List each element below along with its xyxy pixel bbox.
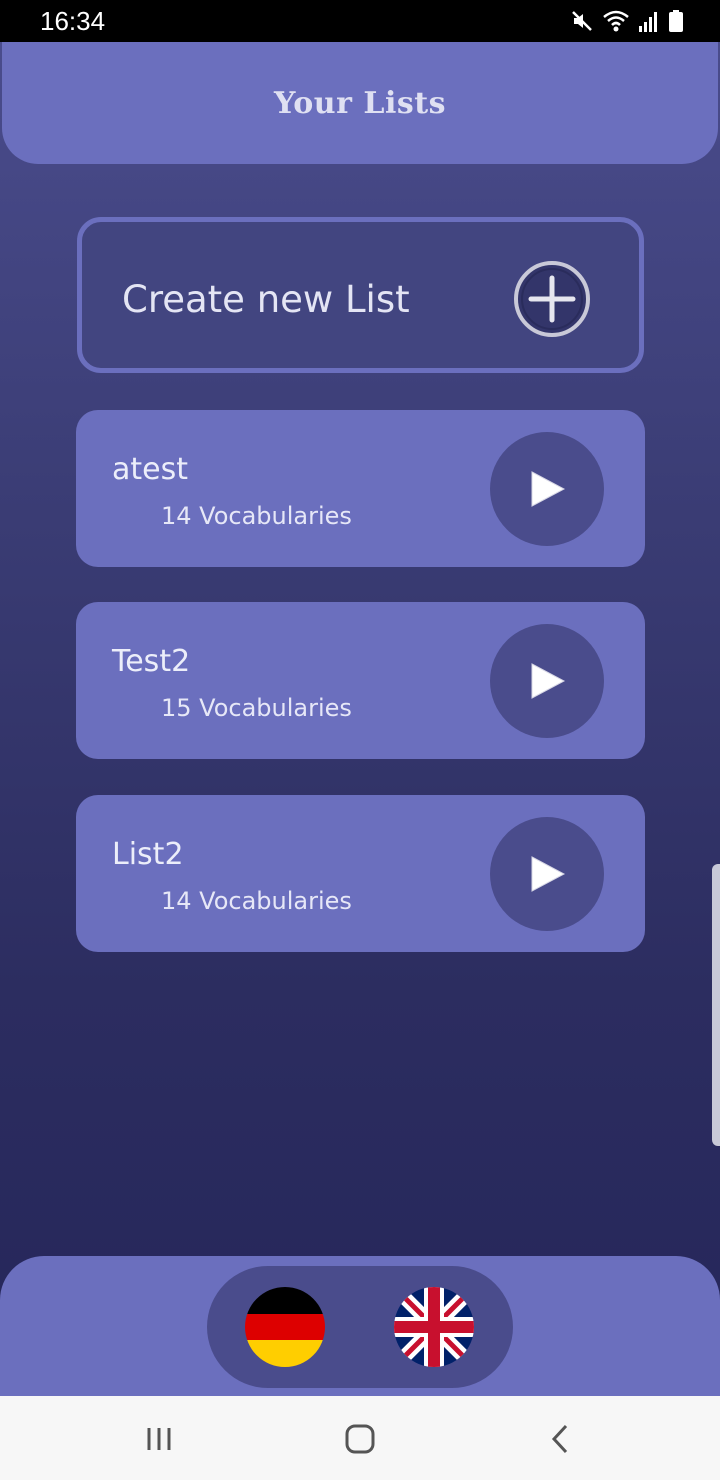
home-icon[interactable] [340, 1422, 380, 1456]
recent-apps-icon[interactable] [140, 1422, 180, 1456]
create-new-list-label: Create new List [122, 278, 410, 321]
list-item[interactable]: atest 14 Vocabularies [76, 410, 645, 567]
german-flag-icon[interactable] [245, 1287, 325, 1367]
bottom-bar [0, 1256, 720, 1396]
list-vocabulary-count: 15 Vocabularies [161, 694, 352, 722]
system-nav-bar [0, 1396, 720, 1480]
list-name: List2 [112, 837, 184, 872]
list-item[interactable]: List2 14 Vocabularies [76, 795, 645, 952]
back-icon[interactable] [540, 1422, 580, 1456]
create-new-list-button[interactable]: Create new List [77, 217, 644, 373]
list-vocabulary-count: 14 Vocabularies [161, 502, 352, 530]
mute-icon [572, 11, 592, 31]
list-name: atest [112, 452, 188, 487]
language-selector [207, 1266, 513, 1388]
play-button[interactable] [490, 624, 604, 738]
play-icon [531, 471, 566, 507]
play-icon [531, 663, 566, 699]
battery-icon [669, 10, 683, 32]
play-button[interactable] [490, 432, 604, 546]
list-item[interactable]: Test2 15 Vocabularies [76, 602, 645, 759]
plus-circle-icon [514, 261, 590, 337]
list-vocabulary-count: 14 Vocabularies [161, 887, 352, 915]
scroll-indicator[interactable] [712, 864, 720, 1146]
list-name: Test2 [112, 644, 191, 679]
signal-icon [639, 12, 657, 32]
play-icon [531, 856, 566, 892]
status-icons [570, 8, 684, 34]
uk-flag-icon[interactable] [394, 1287, 474, 1367]
wifi-icon [603, 10, 629, 32]
header: Your Lists [2, 42, 718, 164]
status-bar: 16:34 [0, 0, 720, 42]
page-title: Your Lists [273, 86, 446, 121]
status-time: 16:34 [40, 6, 106, 36]
app-screen: Your Lists Create new List atest 14 Voca… [0, 42, 720, 1396]
play-button[interactable] [490, 817, 604, 931]
